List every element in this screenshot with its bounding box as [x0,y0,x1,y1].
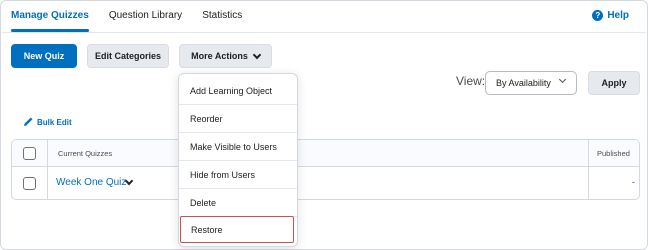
apply-button[interactable]: Apply [588,71,640,95]
view-label: View: [456,74,486,88]
menu-item-make-visible[interactable]: Make Visible to Users [179,133,297,160]
bulk-edit-label: Bulk Edit [37,117,72,127]
menu-item-reorder[interactable]: Reorder [179,105,297,132]
column-divider [588,140,589,166]
more-actions-button[interactable]: More Actions [179,44,272,68]
column-header-published: Published [597,149,630,158]
chevron-down-icon [558,75,567,84]
menu-item-hide-from-users[interactable]: Hide from Users [179,161,297,188]
tab-bar: Manage Quizzes Question Library Statisti… [11,1,262,32]
edit-categories-button[interactable]: Edit Categories [87,44,169,68]
tab-statistics[interactable]: Statistics [202,1,242,32]
row-checkbox[interactable] [23,177,36,190]
tab-manage-quizzes[interactable]: Manage Quizzes [11,1,89,32]
select-all-checkbox[interactable] [23,147,36,160]
view-select[interactable]: By Availability [485,71,577,95]
tab-divider [2,32,646,33]
view-select-value: By Availability [496,78,551,88]
chevron-down-icon [252,50,262,59]
table-header: Current Quizzes Published [12,140,639,167]
menu-item-delete[interactable]: Delete [179,189,297,216]
bulk-edit-link[interactable]: Bulk Edit [23,117,72,127]
more-actions-label: More Actions [191,51,248,61]
quizzes-table: Current Quizzes Published Week One Quiz … [11,139,640,200]
table-row: Week One Quiz - [12,167,639,199]
published-value: - [632,177,635,187]
pencil-icon [24,117,33,126]
column-header-current-quizzes: Current Quizzes [58,149,113,158]
column-divider [47,140,48,166]
tab-question-library[interactable]: Question Library [109,1,182,32]
new-quiz-button[interactable]: New Quiz [11,44,77,68]
help-label: Help [607,10,629,21]
help-circle-icon: ? [592,10,604,21]
page-frame: Manage Quizzes Question Library Statisti… [0,0,648,250]
column-divider [47,167,48,199]
more-actions-menu: Add Learning Object Reorder Make Visible… [178,73,298,247]
help-link[interactable]: ? Help [592,10,629,21]
menu-item-add-learning-object[interactable]: Add Learning Object [179,77,297,104]
quiz-link[interactable]: Week One Quiz [56,177,126,188]
menu-item-restore[interactable]: Restore [180,216,294,243]
column-divider [588,167,589,199]
